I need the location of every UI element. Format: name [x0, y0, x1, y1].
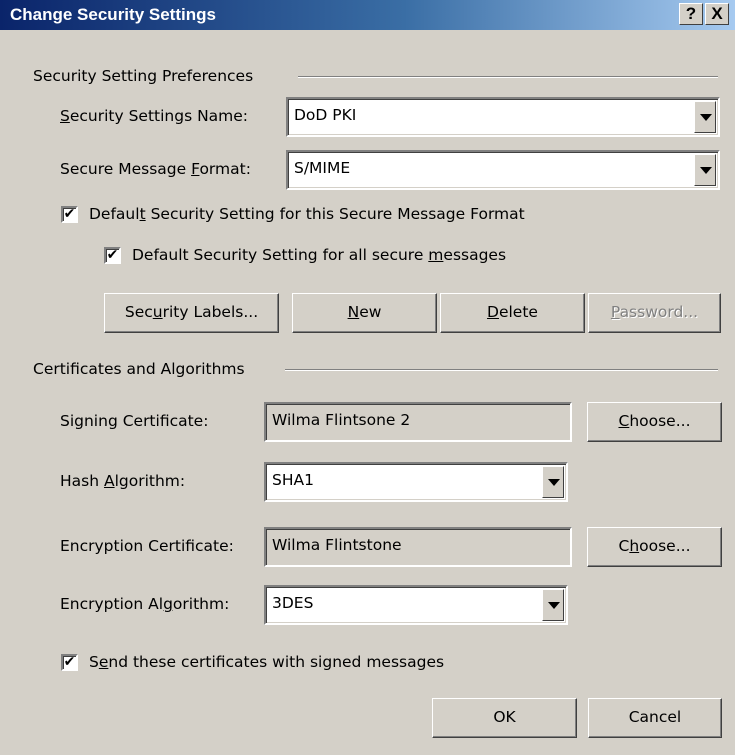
hash-algorithm-value: SHA1	[272, 471, 314, 489]
message-format-value: S/MIME	[294, 159, 351, 177]
cancel-button[interactable]: Cancel	[588, 698, 722, 738]
encryption-algorithm-label: Encryption Algorithm:	[60, 595, 230, 613]
certificates-divider	[285, 369, 718, 371]
signing-cert-value: Wilma Flintsone 2	[272, 411, 411, 429]
choose-signing-cert-button[interactable]: Choose...	[587, 402, 722, 442]
encryption-algorithm-dropdown-button[interactable]	[542, 589, 564, 621]
hash-algorithm-label: Hash Algorithm:	[60, 472, 186, 490]
password-button[interactable]: Password...	[588, 293, 721, 333]
settings-name-dropdown-button[interactable]	[694, 101, 716, 133]
settings-name-label: Security Settings Name:	[60, 107, 249, 125]
security-labels-button[interactable]: Security Labels...	[104, 293, 279, 333]
hash-algorithm-combobox[interactable]: SHA1	[264, 462, 568, 502]
preferences-divider	[298, 76, 718, 78]
send-certificates-label: Send these certificates with signed mess…	[89, 653, 445, 671]
chevron-down-icon	[548, 602, 560, 609]
settings-name-combobox[interactable]: DoD PKI	[286, 97, 720, 137]
new-button[interactable]: New	[292, 293, 437, 333]
encryption-cert-value: Wilma Flintstone	[272, 536, 402, 554]
title-bar: Change Security Settings ? X	[0, 0, 735, 30]
default-format-label: Default Security Setting for this Secure…	[89, 205, 525, 223]
ok-button[interactable]: OK	[432, 698, 577, 738]
signing-cert-field: Wilma Flintsone 2	[264, 402, 572, 442]
window-title: Change Security Settings	[10, 5, 216, 24]
change-security-settings-dialog: Change Security Settings ? X Security Se…	[0, 0, 735, 755]
delete-button[interactable]: Delete	[440, 293, 585, 333]
default-all-checkbox[interactable]: ✔	[104, 247, 121, 264]
choose-encryption-cert-button[interactable]: Choose...	[587, 527, 722, 567]
signing-cert-label: Signing Certificate:	[60, 412, 209, 430]
preferences-group-label: Security Setting Preferences	[33, 67, 254, 85]
chevron-down-icon	[700, 167, 712, 174]
hash-algorithm-dropdown-button[interactable]	[542, 466, 564, 498]
default-format-checkbox[interactable]: ✔	[61, 206, 78, 223]
encryption-algorithm-value: 3DES	[272, 594, 314, 612]
settings-name-value: DoD PKI	[294, 106, 357, 124]
settings-name-label-text: ecurity Settings Name:	[69, 107, 249, 125]
default-all-label: Default Security Setting for all secure …	[132, 246, 507, 264]
encryption-cert-label: Encryption Certificate:	[60, 537, 234, 555]
chevron-down-icon	[700, 114, 712, 121]
chevron-down-icon	[548, 479, 560, 486]
help-button[interactable]: ?	[679, 3, 703, 25]
format-label: Secure Message Format:	[60, 160, 251, 178]
certificates-group-label: Certificates and Algorithms	[33, 360, 245, 378]
message-format-combobox[interactable]: S/MIME	[286, 150, 720, 190]
send-certificates-checkbox[interactable]: ✔	[61, 654, 78, 671]
message-format-dropdown-button[interactable]	[694, 154, 716, 186]
encryption-cert-field: Wilma Flintstone	[264, 527, 572, 567]
close-button[interactable]: X	[705, 3, 729, 25]
encryption-algorithm-combobox[interactable]: 3DES	[264, 585, 568, 625]
